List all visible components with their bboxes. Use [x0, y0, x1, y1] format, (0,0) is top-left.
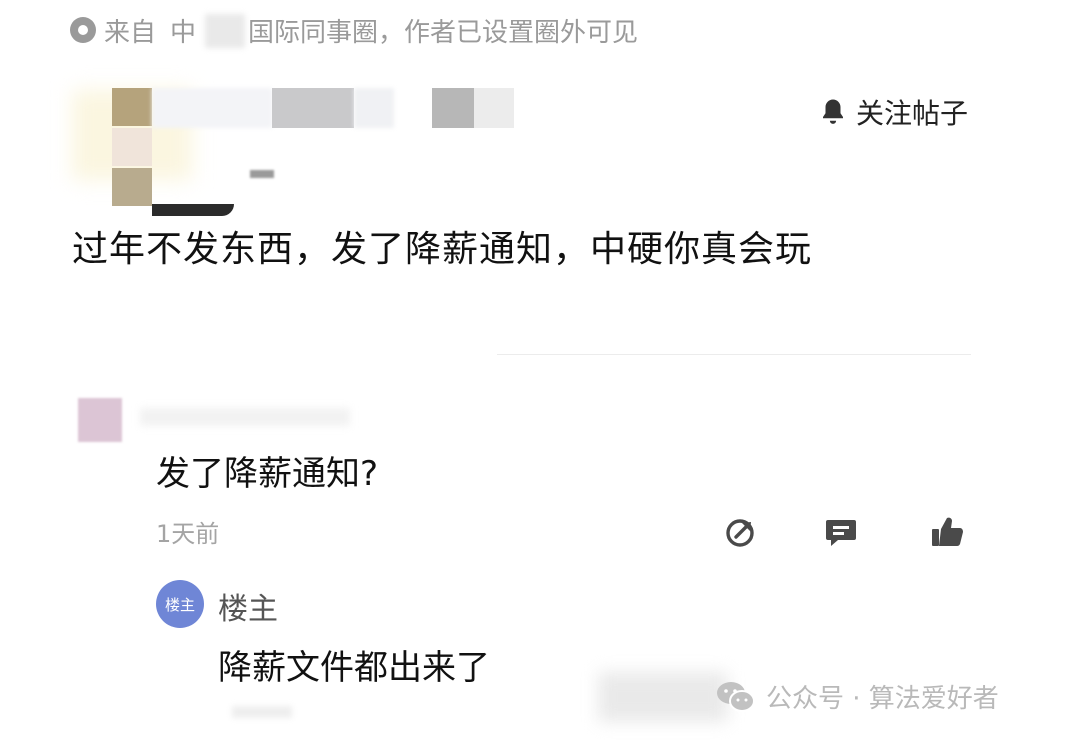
- share-icon: [726, 519, 754, 547]
- commenter-name-redaction: [140, 408, 350, 426]
- follow-post-label: 关注帖子: [855, 97, 968, 130]
- author-name-pixel: [152, 88, 272, 128]
- circle-dot-icon: [70, 17, 96, 43]
- follow-post-button[interactable]: 关注帖子: [818, 92, 968, 132]
- source-label: 来自: [104, 17, 157, 48]
- source-group-suffix: 国际同事圈，作者已设置圈外可见: [248, 17, 639, 48]
- commenter-avatar[interactable]: [78, 398, 122, 442]
- wechat-icon: [717, 681, 755, 712]
- author-name-pixel: [432, 88, 474, 128]
- author-name-pixel: [272, 88, 354, 128]
- author-name-pixel: [474, 88, 514, 128]
- watermark: 公众号 · 算法爱好者: [716, 678, 999, 715]
- share-button[interactable]: [723, 514, 759, 550]
- author-avatar-pixel: [112, 128, 152, 166]
- like-button[interactable]: [929, 514, 965, 550]
- author-name-pixel: [354, 88, 394, 128]
- author-avatar-pixel: [112, 168, 152, 206]
- divider: [497, 354, 971, 355]
- author-meta-blur: [250, 170, 274, 178]
- bell-icon: [822, 99, 843, 124]
- author-avatar-edge: [152, 204, 234, 216]
- op-avatar-badge[interactable]: 楼主: [156, 580, 204, 628]
- reply-author-label: 楼主: [218, 592, 278, 627]
- watermark-redaction: [598, 672, 728, 722]
- comment-text: 发了降薪通知?: [156, 454, 379, 494]
- source-redaction-blur: [205, 14, 245, 48]
- reply-meta-redaction: [232, 706, 292, 718]
- watermark-text: 公众号 · 算法爱好者: [766, 684, 999, 714]
- source-line: 来自 中 国际同事圈，作者已设置圈外可见: [70, 12, 638, 48]
- reply-text: 降薪文件都出来了: [218, 648, 490, 688]
- author-avatar-pixel: [112, 88, 152, 126]
- comment-icon: [826, 520, 856, 546]
- thumbs-up-icon: [932, 517, 963, 546]
- reply-button[interactable]: [823, 514, 859, 550]
- comment-time: 1天前: [156, 520, 220, 548]
- post-title: 过年不发东西，发了降薪通知，中硬你真会玩: [72, 229, 813, 270]
- source-group-prefix: 中: [170, 17, 197, 48]
